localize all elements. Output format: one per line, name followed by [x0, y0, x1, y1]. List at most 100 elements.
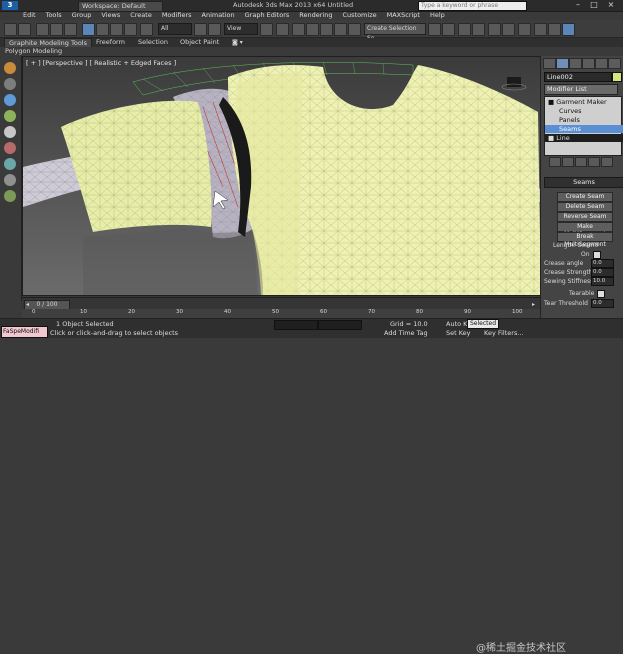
- tearable-checkbox[interactable]: [597, 290, 605, 298]
- angle-snap-icon[interactable]: [306, 23, 319, 36]
- y-coordinate-field[interactable]: [318, 320, 362, 330]
- search-input[interactable]: Type a keyword or phrase: [418, 1, 527, 11]
- lights-icon[interactable]: [4, 110, 16, 122]
- menu-customize[interactable]: Customize: [337, 11, 381, 20]
- break-multisegment-button[interactable]: Break MultiSegment: [557, 232, 613, 248]
- menu-views[interactable]: Views: [96, 11, 125, 20]
- utilities-tab-icon[interactable]: [608, 58, 621, 69]
- menu-maxscript[interactable]: MAXScript: [382, 11, 425, 20]
- modifier-list-dropdown[interactable]: Modifier List: [544, 84, 618, 95]
- perspective-viewport[interactable]: [ + ] [Perspective ] [ Realistic + Edged…: [22, 56, 542, 296]
- crease-angle-spinner[interactable]: 0.0: [591, 259, 614, 268]
- make-multisegment-button[interactable]: Make MultiSegment: [557, 222, 613, 238]
- snap-icon[interactable]: [292, 23, 305, 36]
- pin-stack-icon[interactable]: [549, 157, 561, 167]
- reverse-seam-button[interactable]: Reverse Seam: [557, 212, 613, 222]
- manipulate-icon[interactable]: [276, 23, 289, 36]
- stack-item-garment-maker[interactable]: ■ Garment Maker: [545, 98, 623, 106]
- select-by-name-icon[interactable]: [96, 23, 109, 36]
- rotate-icon[interactable]: [194, 23, 207, 36]
- make-unique-icon[interactable]: [575, 157, 587, 167]
- key-filters-button[interactable]: Key Filters...: [484, 329, 524, 337]
- mirror-icon[interactable]: [428, 23, 441, 36]
- configure-sets-icon[interactable]: [601, 157, 613, 167]
- tab-selection[interactable]: Selection: [134, 38, 172, 47]
- display-tab-icon[interactable]: [595, 58, 608, 69]
- motion-tab-icon[interactable]: [582, 58, 595, 69]
- unlink-icon[interactable]: [50, 23, 63, 36]
- menu-graph-editors[interactable]: Graph Editors: [240, 11, 295, 20]
- viewcube-gizmo[interactable]: [507, 77, 521, 87]
- redo-icon[interactable]: [18, 23, 31, 36]
- menu-animation[interactable]: Animation: [197, 11, 240, 20]
- helpers-icon[interactable]: [4, 142, 16, 154]
- spinner-snap-icon[interactable]: [334, 23, 347, 36]
- stack-item-panels[interactable]: Panels: [545, 116, 623, 124]
- object-name-field[interactable]: Line002: [544, 72, 612, 82]
- move-icon[interactable]: [140, 23, 153, 36]
- named-selection-sets[interactable]: Create Selection Se: [364, 23, 426, 42]
- next-frame-icon[interactable]: ▸: [532, 301, 535, 308]
- sphere-icon[interactable]: [4, 62, 16, 74]
- schematic-view-icon[interactable]: [502, 23, 515, 36]
- on-checkbox[interactable]: [593, 251, 601, 259]
- stack-item-curves[interactable]: Curves: [545, 107, 623, 115]
- scale-icon[interactable]: [208, 23, 221, 36]
- rect-selection-icon[interactable]: [110, 23, 123, 36]
- stack-item-seams[interactable]: Seams: [545, 125, 623, 133]
- shapes-icon[interactable]: [4, 94, 16, 106]
- tab-object-paint[interactable]: Object Paint: [176, 38, 223, 47]
- seams-rollout-title[interactable]: Seams: [544, 177, 623, 188]
- object-color-swatch[interactable]: [612, 72, 622, 82]
- teapot-icon[interactable]: [4, 190, 16, 202]
- bind-space-warp-icon[interactable]: [64, 23, 77, 36]
- set-key-button[interactable]: Set Key: [446, 329, 471, 337]
- tear-threshold-spinner[interactable]: 0.0: [591, 299, 614, 308]
- hierarchy-tab-icon[interactable]: [569, 58, 582, 69]
- undo-icon[interactable]: [4, 23, 17, 36]
- curve-editor-icon[interactable]: [488, 23, 501, 36]
- align-icon[interactable]: [442, 23, 455, 36]
- menu-rendering[interactable]: Rendering: [294, 11, 337, 20]
- menu-edit[interactable]: Edit: [18, 11, 41, 20]
- delete-seam-button[interactable]: Delete Seam: [557, 202, 613, 212]
- menu-modifiers[interactable]: Modifiers: [157, 11, 197, 20]
- key-mode-dropdown[interactable]: Selected: [467, 319, 499, 329]
- menu-group[interactable]: Group: [67, 11, 97, 20]
- create-seam-button[interactable]: Create Seam: [557, 192, 613, 202]
- sewing-stiffness-spinner[interactable]: 10.0: [591, 277, 614, 286]
- track-bar[interactable]: 0 10 20 30 40 50 60 70 80 90 100: [22, 309, 540, 318]
- minimize-icon[interactable]: –: [572, 0, 584, 10]
- cameras-icon[interactable]: [4, 126, 16, 138]
- render-setup-icon[interactable]: [534, 23, 547, 36]
- reference-coord-dropdown[interactable]: View: [224, 23, 258, 35]
- ribbon-options-icon[interactable]: ◙ ▾: [228, 38, 247, 47]
- link-icon[interactable]: [36, 23, 49, 36]
- tab-freeform[interactable]: Freeform: [92, 38, 129, 47]
- create-tab-icon[interactable]: [543, 58, 556, 69]
- percent-snap-icon[interactable]: [320, 23, 333, 36]
- menu-tools[interactable]: Tools: [41, 11, 67, 20]
- edit-named-selection-icon[interactable]: [348, 23, 361, 36]
- remove-modifier-icon[interactable]: [588, 157, 600, 167]
- stack-item-line[interactable]: ■ Line: [545, 134, 623, 142]
- render-production-icon[interactable]: [562, 23, 575, 36]
- modify-tab-icon[interactable]: [556, 58, 569, 69]
- viewport-label[interactable]: [ + ] [Perspective ] [ Realistic + Edged…: [26, 59, 176, 67]
- ribbon-panel-title[interactable]: Polygon Modeling: [5, 47, 62, 55]
- material-editor-icon[interactable]: [518, 23, 531, 36]
- selection-filter-dropdown[interactable]: All: [158, 23, 192, 35]
- window-crossing-icon[interactable]: [124, 23, 137, 36]
- maximize-icon[interactable]: □: [588, 0, 600, 10]
- systems-icon[interactable]: [4, 174, 16, 186]
- crease-strength-spinner[interactable]: 0.0: [591, 268, 614, 277]
- rendered-frame-icon[interactable]: [548, 23, 561, 36]
- spacewarps-icon[interactable]: [4, 158, 16, 170]
- prev-frame-icon[interactable]: ◂: [26, 301, 29, 308]
- menu-create[interactable]: Create: [125, 11, 157, 20]
- add-time-tag[interactable]: Add Time Tag: [384, 329, 428, 337]
- app-logo[interactable]: 3: [2, 1, 18, 10]
- menu-help[interactable]: Help: [425, 11, 450, 20]
- pivot-icon[interactable]: [260, 23, 273, 36]
- show-end-result-icon[interactable]: [562, 157, 574, 167]
